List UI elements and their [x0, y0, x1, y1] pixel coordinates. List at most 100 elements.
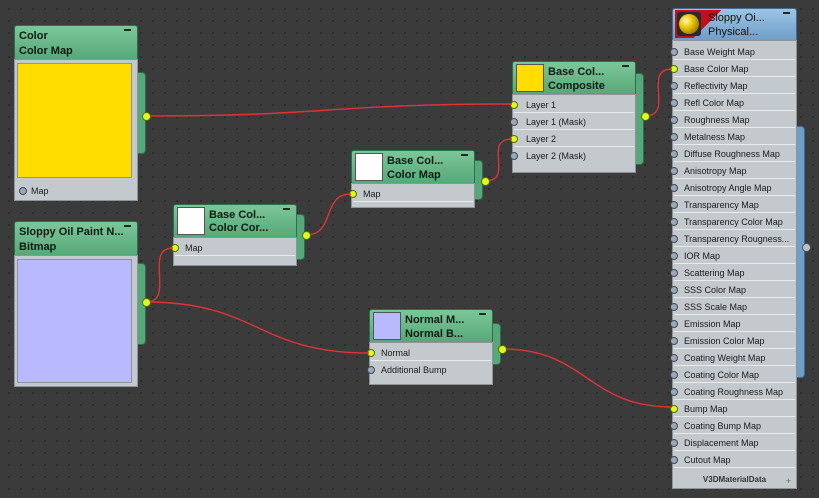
color-map-output-port[interactable]: [142, 112, 151, 121]
output-tab: [493, 323, 501, 365]
input-port[interactable]: [670, 320, 678, 328]
slot-normal[interactable]: Normal: [367, 345, 491, 361]
slot-layer-1[interactable]: Layer 1: [510, 97, 634, 113]
input-port[interactable]: [670, 218, 678, 226]
input-port[interactable]: [670, 422, 678, 430]
slot-cutout-map[interactable]: Cutout Map: [670, 452, 795, 468]
slot-additional-bump[interactable]: Additional Bump: [367, 362, 491, 378]
input-port[interactable]: [670, 371, 678, 379]
slot-scattering-map[interactable]: Scattering Map: [670, 265, 795, 281]
expand-icon[interactable]: +: [786, 476, 791, 486]
input-port[interactable]: [367, 349, 375, 357]
input-port[interactable]: [670, 150, 678, 158]
minimize-icon[interactable]: [622, 65, 629, 67]
input-port[interactable]: [510, 118, 518, 126]
slot-map[interactable]: Map: [349, 186, 473, 202]
node-physical-material[interactable]: Sloppy Oi... Physical... Base Weight Map…: [670, 8, 805, 489]
input-port[interactable]: [670, 269, 678, 277]
input-port[interactable]: [367, 366, 375, 374]
node-composite[interactable]: Base Col... Composite Layer 1 Layer 1 (M…: [510, 61, 644, 173]
slot-base-weight-map[interactable]: Base Weight Map: [670, 44, 795, 60]
slot-coating-color-map[interactable]: Coating Color Map: [670, 367, 795, 383]
wire-colormap-to-layer2[interactable]: [484, 138, 513, 182]
input-port[interactable]: [510, 101, 518, 109]
node-color-correction[interactable]: Base Col... Color Cor... Map: [171, 204, 305, 266]
wire-bitmap-to-colorcorrection[interactable]: [145, 247, 174, 303]
slot-refl-color-map[interactable]: Refl Color Map: [670, 95, 795, 111]
slot-layer-1-mask[interactable]: Layer 1 (Mask): [510, 114, 634, 130]
slot-emission-map[interactable]: Emission Map: [670, 316, 795, 332]
slot-displacement-map[interactable]: Displacement Map: [670, 435, 795, 451]
input-port[interactable]: [670, 65, 678, 73]
wire-composite-to-basecolor[interactable]: [644, 68, 673, 117]
input-port[interactable]: [670, 235, 678, 243]
node-color-map-2[interactable]: Base Col... Color Map Map: [349, 150, 483, 208]
input-port[interactable]: [19, 187, 27, 195]
input-port[interactable]: [670, 456, 678, 464]
minimize-icon[interactable]: [124, 29, 131, 31]
slot-map[interactable]: Map: [16, 183, 136, 199]
input-port[interactable]: [670, 82, 678, 90]
slot-bump-map[interactable]: Bump Map: [670, 401, 795, 417]
minimize-icon[interactable]: [479, 313, 486, 315]
input-port[interactable]: [670, 133, 678, 141]
slot-roughness-map[interactable]: Roughness Map: [670, 112, 795, 128]
input-port[interactable]: [510, 135, 518, 143]
slot-emission-color-map[interactable]: Emission Color Map: [670, 333, 795, 349]
color-map-2-output-port[interactable]: [481, 177, 490, 186]
minimize-icon[interactable]: [461, 154, 468, 156]
slot-coating-weight-map[interactable]: Coating Weight Map: [670, 350, 795, 366]
slot-layer-2-mask[interactable]: Layer 2 (Mask): [510, 148, 634, 164]
input-port[interactable]: [670, 167, 678, 175]
input-port[interactable]: [670, 116, 678, 124]
input-port[interactable]: [670, 439, 678, 447]
slot-anisotropy-map[interactable]: Anisotropy Map: [670, 163, 795, 179]
input-port[interactable]: [171, 244, 179, 252]
physical-material-output-port[interactable]: [802, 243, 811, 252]
slot-coating-bump-map[interactable]: Coating Bump Map: [670, 418, 795, 434]
minimize-icon[interactable]: [283, 208, 290, 210]
slot-coating-roughness-map[interactable]: Coating Roughness Map: [670, 384, 795, 400]
input-port[interactable]: [349, 190, 357, 198]
minimize-icon[interactable]: [124, 225, 131, 227]
input-port[interactable]: [670, 99, 678, 107]
input-port[interactable]: [670, 286, 678, 294]
input-port[interactable]: [670, 405, 678, 413]
slot-transparency-rougness[interactable]: Transparency Rougness...: [670, 231, 795, 247]
slot-metalness-map[interactable]: Metalness Map: [670, 129, 795, 145]
minimize-icon[interactable]: [783, 12, 790, 14]
input-port[interactable]: [670, 303, 678, 311]
slot-ior-map[interactable]: IOR Map: [670, 248, 795, 264]
input-port[interactable]: [670, 252, 678, 260]
wire-normal-to-bump[interactable]: [501, 348, 673, 408]
node-color-map[interactable]: Color Color Map Map: [14, 25, 146, 201]
wire-colorcorrection-to-colormap[interactable]: [305, 193, 352, 236]
node-bitmap[interactable]: Sloppy Oil Paint N... Bitmap: [14, 221, 146, 387]
slot-reflectivity-map[interactable]: Reflectivity Map: [670, 78, 795, 94]
slot-base-color-map[interactable]: Base Color Map: [670, 61, 795, 77]
input-port[interactable]: [670, 337, 678, 345]
bitmap-preview: [17, 259, 132, 383]
slot-diffuse-roughness-map[interactable]: Diffuse Roughness Map: [670, 146, 795, 162]
slot-sss-color-map[interactable]: SSS Color Map: [670, 282, 795, 298]
slot-transparency-color-map[interactable]: Transparency Color Map: [670, 214, 795, 230]
input-port[interactable]: [670, 354, 678, 362]
input-port[interactable]: [670, 48, 678, 56]
input-port[interactable]: [510, 152, 518, 160]
slot-sss-scale-map[interactable]: SSS Scale Map: [670, 299, 795, 315]
input-port[interactable]: [670, 184, 678, 192]
slot-layer-2[interactable]: Layer 2: [510, 131, 634, 147]
wire-bitmap-to-normal[interactable]: [145, 301, 370, 354]
color-correction-output-port[interactable]: [302, 231, 311, 240]
composite-output-port[interactable]: [641, 112, 650, 121]
slot-transparency-map[interactable]: Transparency Map: [670, 197, 795, 213]
node-normal-bump[interactable]: Normal M... Normal B... Normal Additiona…: [367, 309, 501, 385]
input-port[interactable]: [670, 201, 678, 209]
bitmap-output-port[interactable]: [142, 298, 151, 307]
slot-anisotropy-angle-map[interactable]: Anisotropy Angle Map: [670, 180, 795, 196]
input-port[interactable]: [670, 388, 678, 396]
slot-map[interactable]: Map: [171, 240, 295, 256]
node-subtitle: Bitmap: [19, 241, 57, 253]
wire-color-to-layer1[interactable]: [145, 103, 513, 117]
normal-bump-output-port[interactable]: [498, 345, 507, 354]
